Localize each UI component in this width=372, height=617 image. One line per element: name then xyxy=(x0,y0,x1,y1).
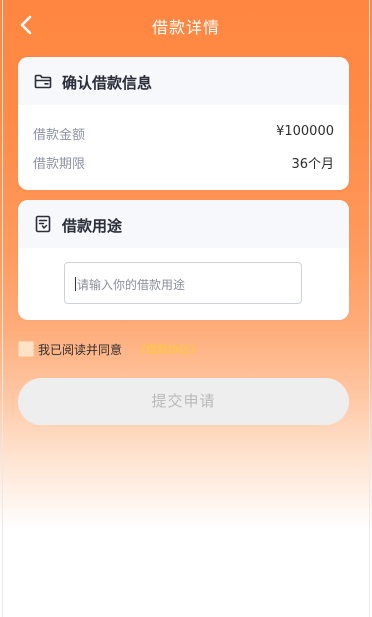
loan-amount-value: ¥100000 xyxy=(276,124,334,139)
right-border xyxy=(369,0,370,617)
loan-purpose-input[interactable]: 请输入你的借款用途 xyxy=(64,262,302,304)
loan-agreement-link[interactable]: 《借款协议》 xyxy=(135,341,201,357)
loan-purpose-placeholder: 请输入你的借款用途 xyxy=(77,278,186,292)
wallet-icon xyxy=(34,74,52,89)
loan-term-value: 36个月 xyxy=(291,157,334,172)
loan-info-card: 确认借款信息 借款金额 ¥100000 借款期限 36个月 xyxy=(18,57,349,190)
loan-purpose-card: 借款用途 请输入你的借款用途 xyxy=(18,200,349,320)
loan-info-card-header: 确认借款信息 xyxy=(18,57,349,105)
agreement-row: 我已阅读并同意 《借款协议》 xyxy=(18,340,258,358)
agreement-text: 我已阅读并同意 xyxy=(38,343,123,357)
loan-amount-label: 借款金额 xyxy=(33,128,86,143)
left-border xyxy=(2,0,3,617)
nav-header: 借款详情 xyxy=(0,0,372,48)
text-caret xyxy=(75,277,76,291)
loan-term-row: 借款期限 36个月 xyxy=(33,153,334,173)
loan-term-label: 借款期限 xyxy=(33,157,86,172)
receipt-icon xyxy=(35,215,51,233)
page-title: 借款详情 xyxy=(151,18,220,37)
loan-purpose-card-header: 借款用途 xyxy=(18,200,349,248)
loan-purpose-title: 借款用途 xyxy=(62,217,123,235)
loan-amount-row: 借款金额 ¥100000 xyxy=(33,124,334,144)
submit-button[interactable]: 提交申请 xyxy=(18,378,349,425)
agreement-checkbox[interactable] xyxy=(18,341,34,357)
loan-info-title: 确认借款信息 xyxy=(62,74,153,92)
